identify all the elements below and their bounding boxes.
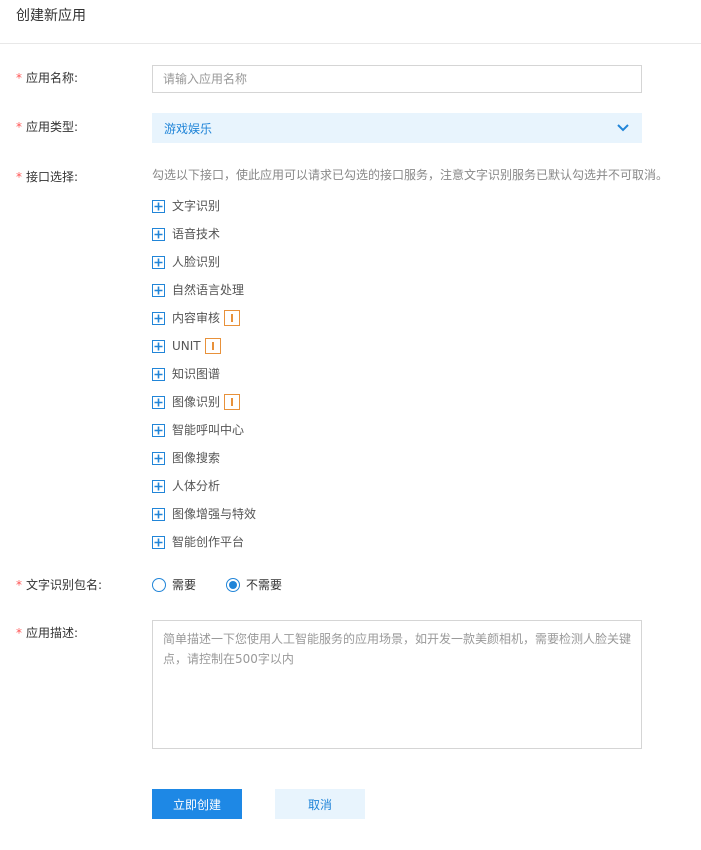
app-type-selected-value: 游戏娱乐 xyxy=(164,121,213,136)
expand-plus-icon[interactable] xyxy=(152,199,165,213)
required-mark: * xyxy=(16,626,22,640)
api-item[interactable]: 内容审核 xyxy=(152,304,256,332)
api-item[interactable]: 自然语言处理 xyxy=(152,276,256,304)
api-item-label: 人体分析 xyxy=(172,479,221,493)
expand-plus-icon[interactable] xyxy=(152,395,165,409)
cancel-button[interactable]: 取消 xyxy=(275,789,365,819)
description-label: * 应用描述: xyxy=(16,626,79,640)
api-item-label: 知识图谱 xyxy=(172,367,221,381)
required-mark: * xyxy=(16,71,22,85)
api-item-label: 智能创作平台 xyxy=(172,535,245,549)
api-item[interactable]: 语音技术 xyxy=(152,220,256,248)
radio-unchecked-icon xyxy=(152,577,166,592)
api-item[interactable]: 知识图谱 xyxy=(152,360,256,388)
required-mark: * xyxy=(16,120,22,134)
app-type-label: * 应用类型: xyxy=(16,120,79,134)
api-item-label: 智能呼叫中心 xyxy=(172,423,245,437)
api-item[interactable]: 智能呼叫中心 xyxy=(152,416,256,444)
app-type-select[interactable]: 游戏娱乐 xyxy=(152,113,642,143)
ocr-package-label: * 文字识别包名: xyxy=(16,578,103,592)
expand-plus-icon[interactable] xyxy=(152,367,165,381)
api-select-note: 勾选以下接口，使此应用可以请求已勾选的接口服务，注意文字识别服务已默认勾选并不可… xyxy=(152,168,669,182)
expand-plus-icon[interactable] xyxy=(152,283,165,297)
page-title: 创建新应用 xyxy=(16,8,86,24)
app-name-label: * 应用名称: xyxy=(16,71,79,85)
api-item[interactable]: 文字识别 xyxy=(152,192,256,220)
warning-icon[interactable] xyxy=(204,338,221,354)
expand-plus-icon[interactable] xyxy=(152,451,165,465)
api-item-label: 自然语言处理 xyxy=(172,283,245,297)
warning-icon[interactable] xyxy=(224,310,241,326)
create-button[interactable]: 立即创建 xyxy=(152,789,242,819)
radio-label: 不需要 xyxy=(246,578,283,592)
required-mark: * xyxy=(16,578,22,592)
expand-plus-icon[interactable] xyxy=(152,479,165,493)
api-item[interactable]: 智能创作平台 xyxy=(152,528,256,556)
api-item-label: 图像增强与特效 xyxy=(172,507,257,521)
expand-plus-icon[interactable] xyxy=(152,311,165,325)
app-name-input[interactable] xyxy=(152,65,642,93)
radio-label: 需要 xyxy=(172,578,197,592)
description-textarea[interactable] xyxy=(152,620,642,749)
api-select-label: * 接口选择: xyxy=(16,170,79,184)
warning-icon[interactable] xyxy=(224,394,241,410)
api-item[interactable]: 人脸识别 xyxy=(152,248,256,276)
expand-plus-icon[interactable] xyxy=(152,339,165,353)
page-header: 创建新应用 xyxy=(0,0,701,44)
required-mark: * xyxy=(16,170,22,184)
api-item[interactable]: 图像搜索 xyxy=(152,444,256,472)
ocr-package-radio-group: 需要 不需要 xyxy=(152,576,312,593)
chevron-down-icon xyxy=(616,121,630,135)
expand-plus-icon[interactable] xyxy=(152,535,165,549)
expand-plus-icon[interactable] xyxy=(152,423,165,437)
radio-dot xyxy=(229,580,238,589)
expand-plus-icon[interactable] xyxy=(152,507,165,521)
api-item[interactable]: UNIT xyxy=(152,332,256,360)
api-list: 文字识别语音技术人脸识别自然语言处理 内容审核 UNIT 知识图谱图像识别智能呼叫中心… xyxy=(152,192,256,556)
api-item-label: 图像搜索 xyxy=(172,451,221,465)
api-item-label: 图像识别 xyxy=(172,395,221,409)
radio-option-need[interactable]: 需要 xyxy=(152,576,196,593)
radio-checked-icon xyxy=(226,577,241,592)
api-item[interactable]: 人体分析 xyxy=(152,472,256,500)
api-item-label: 人脸识别 xyxy=(172,255,221,269)
expand-plus-icon[interactable] xyxy=(152,255,165,269)
api-item-label: 内容审核 xyxy=(172,311,221,325)
api-item-label: 文字识别 xyxy=(172,199,221,213)
api-item-label: UNIT xyxy=(172,339,201,353)
api-item[interactable]: 图像识别 xyxy=(152,388,256,416)
radio-option-no-need[interactable]: 不需要 xyxy=(226,576,282,593)
api-item[interactable]: 图像增强与特效 xyxy=(152,500,256,528)
expand-plus-icon[interactable] xyxy=(152,227,165,241)
api-item-label: 语音技术 xyxy=(172,227,221,241)
